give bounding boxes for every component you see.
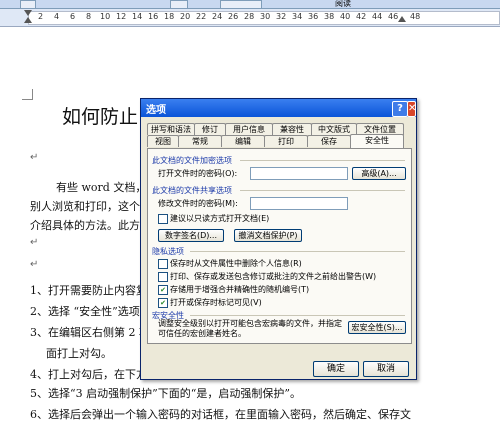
ok-button[interactable]: 确定 — [313, 361, 359, 377]
document-line: 5、选择“3 启动强制保护”下面的“是，启动强制保护”。 — [30, 387, 301, 400]
dialog-title: 选项 — [146, 105, 166, 116]
document-line: 6、选择后会弹出一个输入密码的对话框，在里面输入密码，然后确定、保存文 — [30, 408, 411, 421]
toolbar-strip: 阅读 — [0, 0, 500, 9]
ruler-tick: 16 — [148, 12, 159, 21]
paragraph-mark: ↵ — [30, 237, 39, 248]
ruler-tick: 4 — [54, 12, 60, 21]
ruler-tick: 46 — [388, 12, 399, 21]
tab-compatibility[interactable]: 兼容性 — [272, 123, 312, 135]
ruler-tick: 6 — [70, 12, 76, 21]
advanced-button[interactable]: 高级(A)... — [352, 167, 406, 180]
hanging-indent-marker[interactable] — [24, 17, 32, 23]
ruler-tick: 2 — [38, 12, 44, 21]
unprotect-document-button[interactable]: 撤消文档保护(P) — [234, 229, 302, 242]
toolbar-button[interactable] — [170, 0, 188, 9]
ruler-tick: 14 — [132, 12, 143, 21]
ruler-tick: 32 — [276, 12, 287, 21]
paragraph-mark: ↵ — [30, 259, 39, 270]
ruler-tick: 44 — [372, 12, 383, 21]
document-line: 有些 word 文档， — [56, 181, 147, 194]
tab-security[interactable]: 安全性 — [350, 134, 404, 148]
tab-general[interactable]: 常规 — [178, 135, 222, 147]
ruler-tick: 12 — [116, 12, 127, 21]
close-button[interactable]: ✕ — [407, 101, 416, 117]
modify-password-input[interactable] — [250, 197, 348, 210]
encrypt-section-title: 此文档的文件加密选项 — [152, 156, 232, 165]
tab-print[interactable]: 打印 — [264, 135, 308, 147]
remove-personal-info-label: 保存时从文件属性中删除个人信息(R) — [170, 259, 302, 268]
document-line: 面打上对勾。 — [46, 347, 112, 360]
ruler-tick: 26 — [228, 12, 239, 21]
warn-before-print-checkbox[interactable] — [158, 272, 168, 282]
security-panel: 此文档的文件加密选项 打开文件时的密码(O): 高级(A)... 此文档的文件共… — [147, 148, 412, 344]
document-line: 介绍具体的方法。此方 — [30, 219, 140, 232]
random-number-label: 存储用于增强合并精确性的随机编号(T) — [170, 285, 310, 294]
macro-security-button[interactable]: 宏安全性(S)... — [348, 321, 406, 334]
ruler-tick: 34 — [292, 12, 303, 21]
ruler-tick: 36 — [308, 12, 319, 21]
right-indent-marker[interactable] — [398, 16, 406, 22]
section-divider — [240, 190, 405, 191]
section-divider — [240, 160, 405, 161]
ruler-tick: 48 — [410, 12, 421, 21]
document-title: 如何防止 — [62, 106, 139, 128]
ruler-tick: 24 — [212, 12, 223, 21]
tab-view[interactable]: 视图 — [147, 135, 179, 147]
warn-before-print-label: 打印、保存或发送包含修订或批注的文件之前给出警告(W) — [170, 272, 377, 281]
privacy-section-title: 隐私选项 — [152, 247, 184, 256]
tab-save[interactable]: 保存 — [307, 135, 351, 147]
page-corner-mark — [22, 89, 33, 100]
section-divider — [190, 251, 405, 252]
ruler-tick: 40 — [340, 12, 351, 21]
tab-spelling-grammar[interactable]: 拼写和语法 — [147, 123, 195, 135]
section-divider — [190, 315, 405, 316]
tab-user-info[interactable]: 用户信息 — [225, 123, 273, 135]
open-password-label: 打开文件时的密码(O): — [158, 169, 238, 178]
mark-visible-checkbox[interactable]: ✔ — [158, 298, 168, 308]
help-button[interactable]: ? — [392, 101, 408, 117]
modify-password-label: 修改文件时的密码(M): — [158, 199, 238, 208]
macro-description: 调整安全级别以打开可能包含宏病毒的文件，并指定可信任的宏创建者姓名。 — [158, 319, 342, 338]
ruler-tick: 22 — [196, 12, 207, 21]
document-line: 1、打开需要防止内容复 — [30, 284, 147, 297]
open-password-input[interactable] — [250, 167, 348, 180]
ruler-tick: 28 — [244, 12, 255, 21]
document-line: 2、选择 “安全性”选项 — [30, 305, 140, 318]
ruler-tick: 38 — [324, 12, 335, 21]
document-line: 3、在编辑区右侧第 2 项 — [30, 326, 150, 339]
tab-track-changes[interactable]: 修订 — [194, 123, 226, 135]
toolbar-button[interactable] — [20, 0, 36, 9]
ruler-tick: 20 — [180, 12, 191, 21]
horizontal-ruler[interactable]: 2 4 6 8 10 12 14 16 18 20 22 24 26 28 30… — [0, 9, 500, 27]
tab-edit[interactable]: 编辑 — [221, 135, 265, 147]
first-line-indent-marker[interactable] — [24, 10, 32, 16]
digital-signature-button[interactable]: 数字签名(D)... — [158, 229, 224, 242]
remove-personal-info-checkbox[interactable] — [158, 259, 168, 269]
readonly-label: 建议以只读方式打开文档(E) — [170, 214, 270, 223]
ruler-tick: 8 — [86, 12, 92, 21]
ruler-tick: 30 — [260, 12, 271, 21]
cancel-button[interactable]: 取消 — [363, 361, 409, 377]
random-number-checkbox[interactable]: ✔ — [158, 285, 168, 295]
document-line: 别人浏览和打印，这个 — [30, 200, 140, 213]
readonly-checkbox[interactable] — [158, 214, 168, 224]
mark-visible-label: 打开或保存时标记可见(V) — [170, 298, 262, 307]
share-section-title: 此文档的文件共享选项 — [152, 186, 232, 195]
options-dialog: 选项 ? ✕ 拼写和语法 修订 用户信息 兼容性 中文版式 文件位置 视图 常规… — [140, 98, 417, 380]
ruler-tick: 18 — [164, 12, 175, 21]
paragraph-mark: ↵ — [30, 152, 39, 163]
reading-mode-button[interactable]: 阅读 — [335, 0, 351, 9]
tab-asian-typography[interactable]: 中文版式 — [311, 123, 357, 135]
ruler-tick: 42 — [356, 12, 367, 21]
zoom-box[interactable] — [220, 0, 262, 9]
document-line: 4、打上对勾后，在下方 — [30, 368, 147, 381]
dialog-titlebar[interactable]: 选项 ? ✕ — [141, 99, 416, 117]
ruler-tick: 10 — [100, 12, 111, 21]
